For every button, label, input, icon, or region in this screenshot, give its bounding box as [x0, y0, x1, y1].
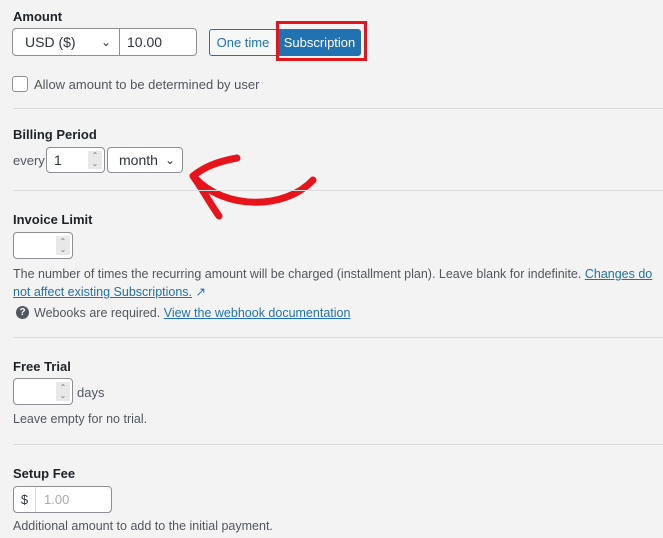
webhook-doc-link[interactable]: View the webhook documentation	[164, 306, 351, 320]
currency-select[interactable]: USD ($) ⌄	[12, 28, 120, 56]
invoice-limit-input[interactable]: ⌃ ⌄	[13, 232, 73, 259]
currency-symbol: $	[14, 487, 36, 512]
days-label: days	[77, 385, 105, 400]
spinner-icon[interactable]: ⌃ ⌄	[56, 236, 70, 255]
one-time-button[interactable]: One time	[209, 29, 277, 56]
free-trial-input[interactable]: ⌃ ⌄	[13, 378, 73, 405]
help-icon: ?	[16, 306, 29, 319]
amount-label: Amount	[13, 9, 63, 24]
amount-input[interactable]: 10.00	[119, 28, 197, 56]
period-value: month	[119, 152, 158, 168]
arrow-annotation-icon	[189, 154, 317, 220]
spinner-icon[interactable]: ⌃ ⌄	[56, 382, 70, 401]
chevron-down-icon: ⌄	[100, 35, 111, 49]
highlight-box	[276, 21, 367, 61]
divider	[13, 337, 663, 338]
spinner-icon[interactable]: ⌃ ⌄	[88, 151, 102, 169]
divider	[13, 444, 663, 445]
period-select[interactable]: month ⌄	[107, 147, 183, 173]
currency-value: USD ($)	[25, 34, 76, 50]
setup-fee-help: Additional amount to add to the initial …	[13, 519, 273, 533]
setup-fee-placeholder: 1.00	[44, 492, 70, 507]
interval-input[interactable]: 1 ⌃ ⌄	[46, 147, 105, 173]
webhook-text: Webooks are required.	[34, 306, 161, 320]
chevron-down-icon: ⌄	[164, 153, 175, 167]
billing-label: Billing Period	[13, 127, 97, 142]
amount-value: 10.00	[127, 34, 163, 50]
interval-value: 1	[54, 152, 62, 168]
setup-fee-input[interactable]: $1.00	[13, 486, 112, 513]
invoice-label: Invoice Limit	[13, 212, 93, 227]
divider	[13, 190, 663, 191]
trial-label: Free Trial	[13, 359, 71, 374]
divider	[13, 108, 663, 109]
every-label: every	[13, 153, 45, 168]
trial-help: Leave empty for no trial.	[13, 412, 148, 426]
external-link-icon: ↗	[195, 285, 207, 299]
setup-fee-label: Setup Fee	[13, 466, 76, 481]
allow-amount-checkbox[interactable]	[12, 76, 28, 92]
invoice-help: The number of times the recurring amount…	[13, 267, 582, 281]
allow-amount-label: Allow amount to be determined by user	[34, 77, 260, 92]
